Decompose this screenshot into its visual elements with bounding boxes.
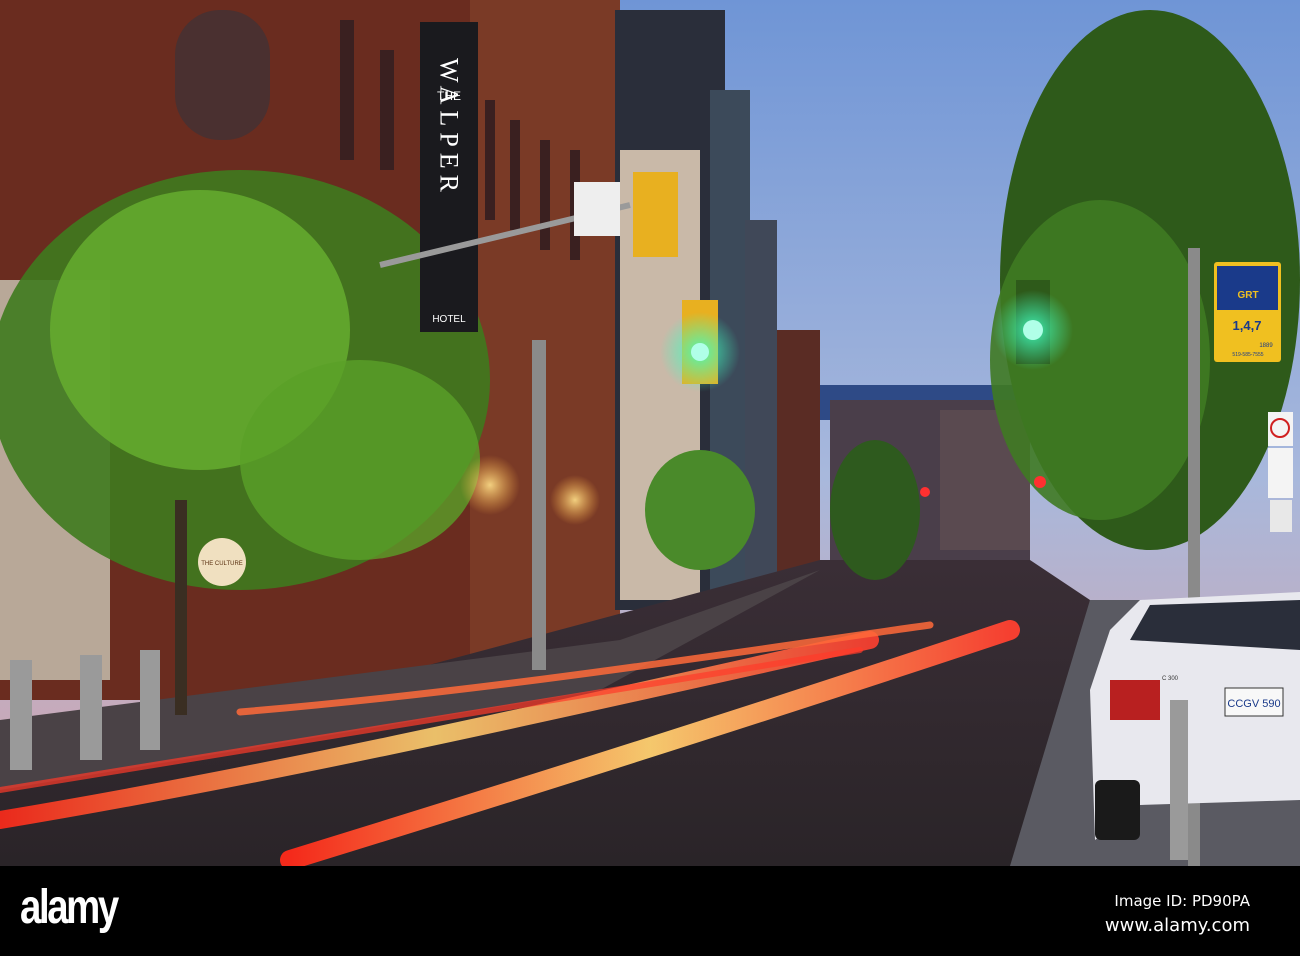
svg-text:WALPER: WALPER — [435, 58, 464, 198]
image-id: Image ID: PD90PA — [1114, 892, 1250, 910]
svg-text:1,4,7: 1,4,7 — [1233, 318, 1262, 333]
svg-text:519-585-7555: 519-585-7555 — [1232, 352, 1263, 358]
website-link[interactable]: www.alamy.com — [1105, 915, 1250, 936]
street-sign-blank — [574, 182, 620, 236]
svg-text:1889: 1889 — [1259, 343, 1273, 349]
alamy-logo: alamy — [20, 881, 119, 934]
svg-text:CCGV 590: CCGV 590 — [1227, 698, 1280, 710]
stock-photo: THE WALPER HOTEL GRT 1,4,7 1889 519-585-… — [0, 0, 1300, 956]
watermark-bar: alamy Image ID: PD90PA www.alamy.com — [0, 866, 1300, 956]
parking-limit-sign — [1268, 448, 1293, 498]
storefront-sign: THE CULTURE — [198, 538, 246, 586]
hotel-sign: THE WALPER HOTEL — [420, 22, 478, 332]
svg-text:THE CULTURE: THE CULTURE — [201, 561, 243, 567]
svg-text:C 300: C 300 — [1162, 676, 1179, 682]
hotel-sign-line3: HOTEL — [432, 314, 466, 325]
svg-text:GRT: GRT — [1237, 290, 1258, 301]
traffic-light-yellow-housing — [633, 172, 678, 257]
street-night-photo: THE WALPER HOTEL GRT 1,4,7 1889 519-585-… — [0, 0, 1300, 866]
